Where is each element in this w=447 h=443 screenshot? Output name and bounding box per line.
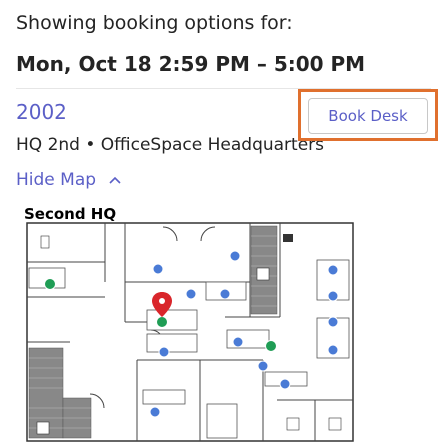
floor-plan-map[interactable]: [25, 222, 355, 443]
hide-map-label: Hide Map: [16, 170, 97, 190]
chevron-up-icon: [109, 176, 121, 184]
booking-datetime: Mon, Oct 18 2:59 PM – 5:00 PM: [16, 52, 366, 76]
book-desk-button[interactable]: Book Desk: [308, 98, 428, 134]
booking-options-heading: Showing booking options for:: [16, 12, 293, 34]
hide-map-toggle[interactable]: Hide Map: [16, 170, 122, 190]
desk-name: 2002: [16, 100, 67, 124]
desk-location: HQ 2nd • OfficeSpace Headquarters: [16, 135, 325, 155]
map-title: Second HQ: [24, 205, 117, 223]
